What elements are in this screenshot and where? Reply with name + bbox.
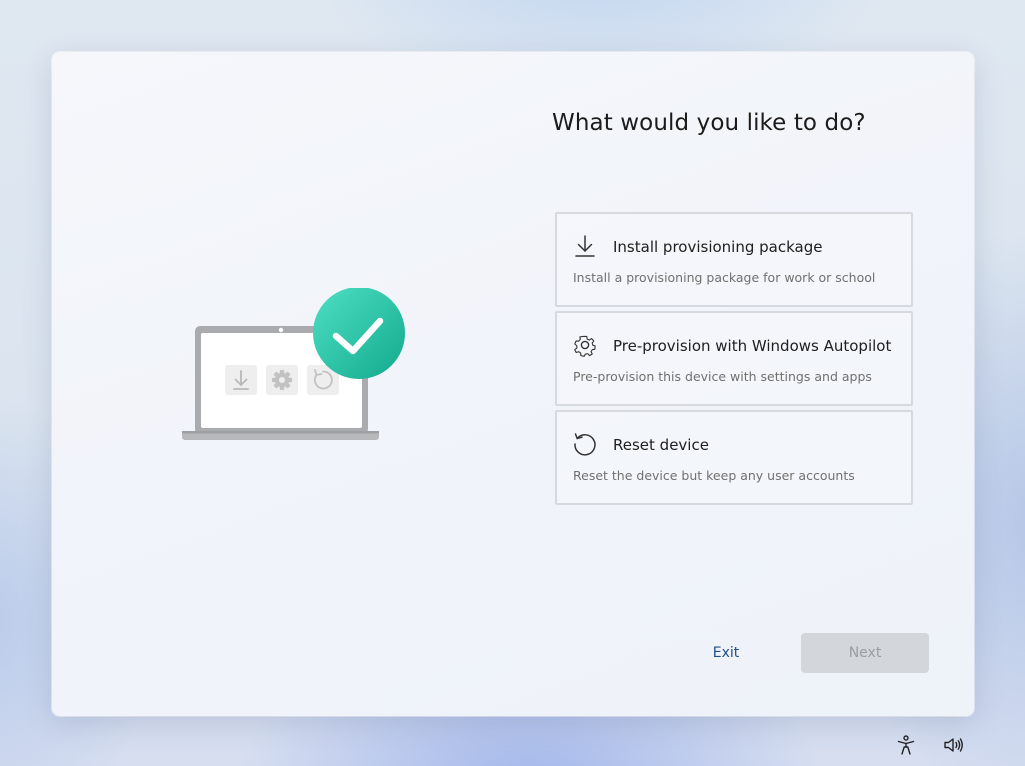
option-title: Pre-provision with Windows Autopilot	[613, 337, 892, 355]
option-description: Reset the device but keep any user accou…	[573, 468, 855, 483]
laptop-download-tile	[225, 365, 257, 395]
options-list: Install provisioning package Install a p…	[555, 212, 913, 509]
option-title: Install provisioning package	[613, 238, 823, 256]
next-button[interactable]: Next	[801, 633, 929, 673]
option-install-provisioning-package[interactable]: Install provisioning package Install a p…	[555, 212, 913, 307]
option-pre-provision-autopilot[interactable]: Pre-provision with Windows Autopilot Pre…	[555, 311, 913, 406]
laptop-gear-tile	[266, 365, 298, 395]
option-description: Pre-provision this device with settings …	[573, 369, 872, 384]
laptop-illustration	[182, 288, 405, 440]
volume-icon[interactable]	[942, 734, 964, 756]
download-icon	[575, 235, 595, 257]
page-title: What would you like to do?	[552, 110, 866, 136]
gear-icon	[272, 370, 292, 390]
checkmark-badge	[313, 288, 405, 379]
oobe-dialog: What would you like to do? Install provi…	[52, 52, 974, 716]
gear-icon	[574, 335, 596, 357]
accessibility-icon[interactable]	[895, 734, 917, 756]
option-title: Reset device	[613, 436, 709, 454]
option-reset-device[interactable]: Reset device Reset the device but keep a…	[555, 410, 913, 505]
option-description: Install a provisioning package for work …	[573, 270, 876, 285]
reset-icon	[574, 433, 596, 456]
exit-button[interactable]: Exit	[692, 633, 760, 673]
